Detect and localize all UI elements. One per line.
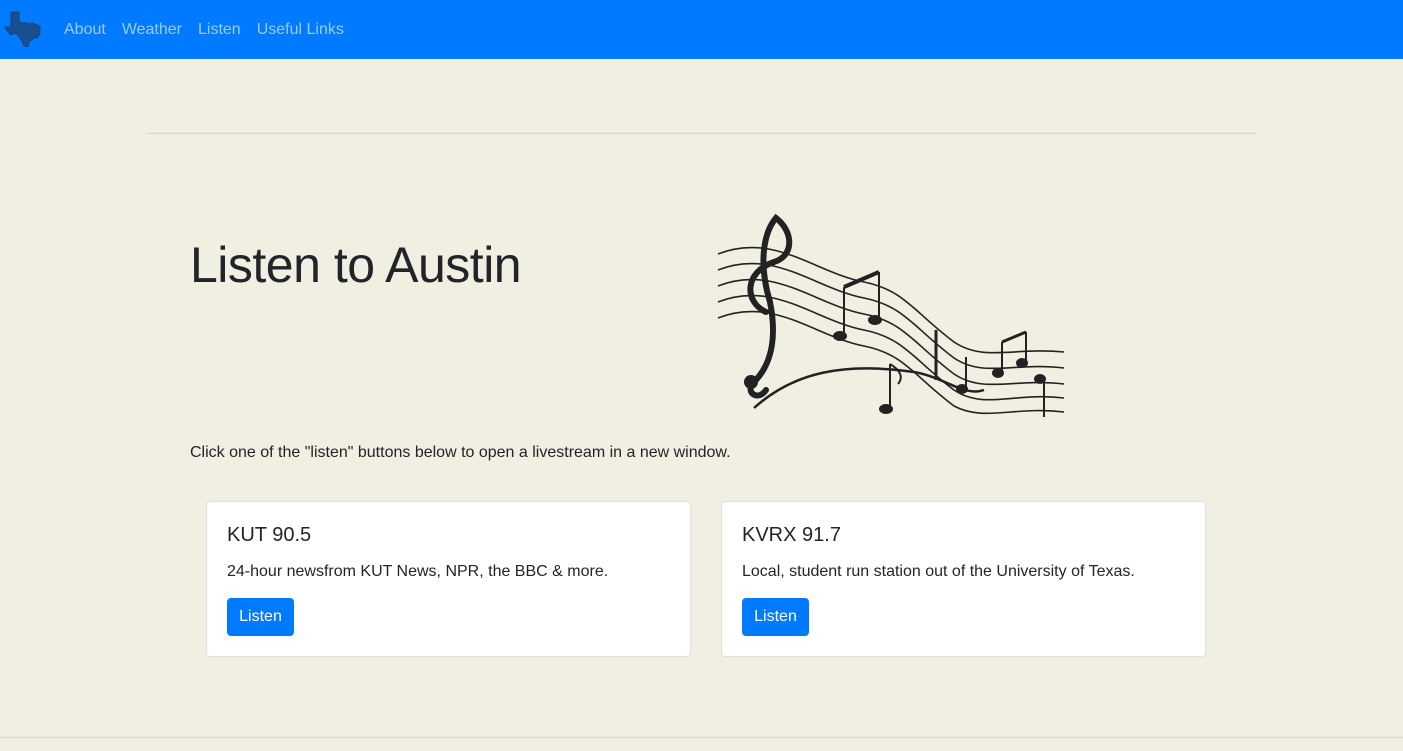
nav-link-weather[interactable]: Weather — [114, 21, 190, 39]
divider-top — [146, 133, 1256, 134]
card-title: KUT 90.5 — [227, 524, 312, 546]
nav-link-listen[interactable]: Listen — [190, 21, 249, 39]
station-card-kut: KUT 90.5 24-hour newsfrom KUT News, NPR,… — [206, 501, 691, 657]
nav-link-about[interactable]: About — [56, 21, 114, 39]
card-description: Local, student run station out of the Un… — [742, 563, 1135, 580]
page-title: Listen to Austin — [190, 237, 522, 293]
navbar: About Weather Listen Useful Links — [0, 0, 1403, 59]
nav-links: About Weather Listen Useful Links — [56, 0, 352, 59]
card-description: 24-hour newsfrom KUT News, NPR, the BBC … — [227, 563, 609, 580]
listen-button-kut[interactable]: Listen — [227, 598, 294, 636]
music-staff-notes-illustration — [714, 212, 1068, 424]
card-title: KVRX 91.7 — [742, 524, 841, 546]
intro-text: Click one of the "listen" buttons below … — [190, 444, 731, 461]
listen-button-kvrx[interactable]: Listen — [742, 598, 809, 636]
station-card-kvrx: KVRX 91.7 Local, student run station out… — [721, 501, 1206, 657]
divider-bottom — [0, 737, 1403, 738]
nav-link-useful-links[interactable]: Useful Links — [249, 21, 352, 39]
texas-state-icon[interactable] — [4, 11, 42, 48]
